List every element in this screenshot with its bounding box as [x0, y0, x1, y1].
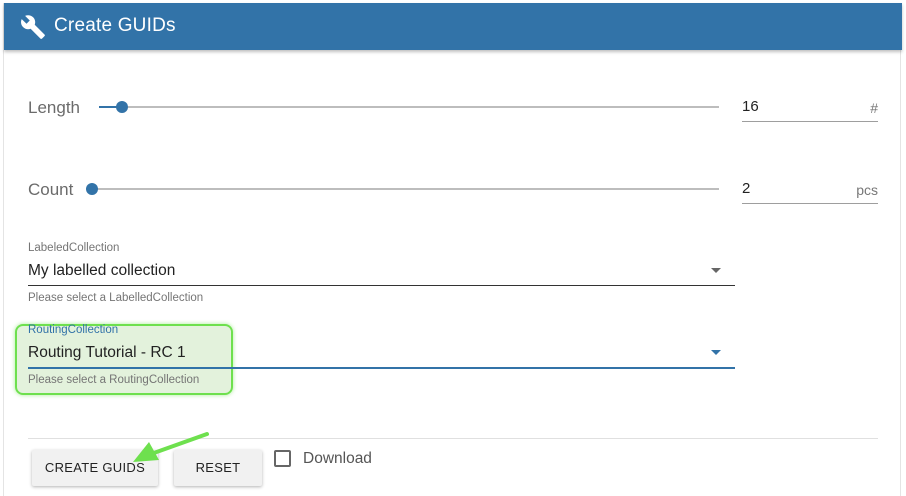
count-value: 2 — [742, 180, 751, 197]
routing-collection-value: Routing Tutorial - RC 1 — [28, 344, 186, 361]
count-unit: pcs — [856, 182, 878, 198]
count-slider-thumb[interactable] — [86, 183, 98, 195]
length-value: 16 — [742, 98, 759, 115]
routing-collection-helper: Please select a RoutingCollection — [28, 374, 200, 386]
length-unit: # — [870, 100, 878, 116]
page-title: Create GUIDs — [54, 15, 176, 36]
annotation-arrow-icon — [133, 432, 209, 462]
count-label: Count — [28, 180, 74, 199]
create-guids-card: Create GUIDs Length 16 # Count 2 pcs Lab… — [3, 3, 902, 496]
length-slider-track[interactable] — [99, 106, 719, 108]
labeled-collection-value: My labelled collection — [28, 262, 176, 279]
card-header: Create GUIDs — [4, 3, 902, 50]
chevron-down-icon[interactable] — [711, 350, 721, 355]
routing-collection-underline — [28, 367, 735, 369]
chevron-down-icon[interactable] — [711, 268, 721, 273]
count-input[interactable]: 2 pcs — [742, 176, 878, 204]
length-label: Length — [28, 98, 80, 117]
count-slider-track[interactable] — [92, 188, 719, 190]
routing-collection-label: RoutingCollection — [28, 324, 119, 336]
length-slider-thumb[interactable] — [116, 101, 128, 113]
wrench-icon — [21, 15, 45, 39]
length-input[interactable]: 16 # — [742, 94, 878, 122]
labeled-collection-underline — [28, 285, 735, 286]
labeled-collection-label: LabeledCollection — [28, 242, 120, 254]
download-checkbox[interactable] — [274, 450, 291, 467]
download-label: Download — [303, 450, 372, 467]
labeled-collection-helper: Please select a LabelledCollection — [28, 292, 204, 304]
